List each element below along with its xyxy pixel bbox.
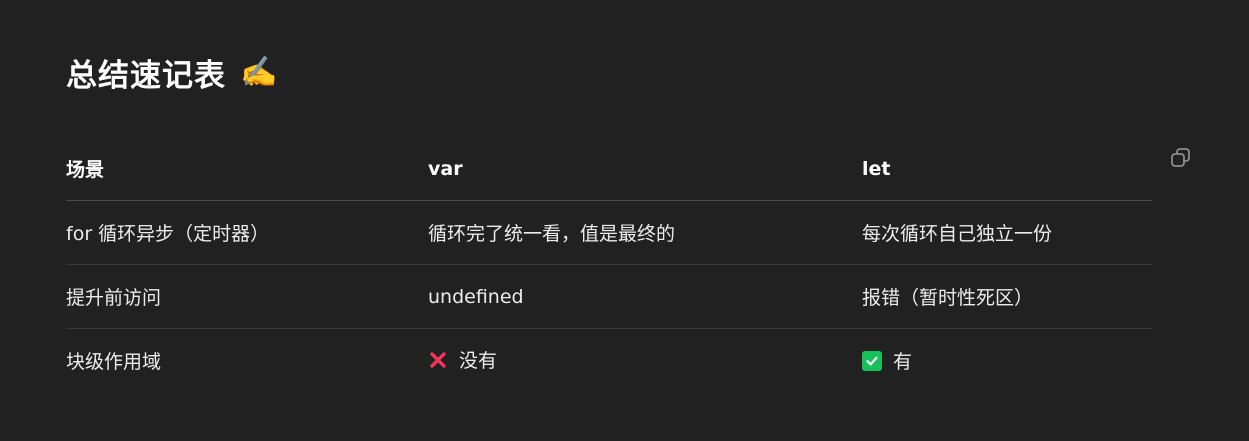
table-row: for 循环异步（定时器） 循环完了统一看，值是最终的 每次循环自己独立一份 bbox=[66, 200, 1152, 265]
table-header-row: 场景 var let bbox=[66, 137, 1152, 201]
header-scenario: 场景 bbox=[66, 137, 428, 201]
cell-let: 报错（暂时性死区） bbox=[862, 264, 1152, 329]
cell-let: 有 bbox=[862, 329, 1152, 393]
cell-let: 每次循环自己独立一份 bbox=[862, 200, 1152, 265]
copy-icon bbox=[1171, 148, 1190, 167]
copy-button[interactable] bbox=[1170, 147, 1192, 169]
var-value-text: 没有 bbox=[459, 350, 498, 373]
cross-mark-icon bbox=[428, 350, 448, 370]
table-row: 块级作用域 没有 有 bbox=[66, 329, 1152, 393]
cell-scenario: 提升前访问 bbox=[66, 264, 428, 329]
cell-scenario: 块级作用域 bbox=[66, 351, 162, 373]
let-value-text: 有 bbox=[893, 351, 913, 373]
cell-scenario: for 循环异步（定时器） bbox=[66, 200, 428, 265]
let-value: 有 bbox=[862, 347, 912, 374]
section-heading: 总结速记表 ✍️ bbox=[66, 50, 278, 95]
var-value: 没有 bbox=[428, 346, 497, 373]
header-let: let bbox=[862, 137, 1152, 201]
cell-var: 循环完了统一看，值是最终的 bbox=[428, 200, 862, 265]
header-var: var bbox=[428, 137, 862, 201]
check-mark-icon bbox=[862, 350, 882, 371]
cell-var: undefined bbox=[428, 264, 862, 329]
cell-var: 没有 bbox=[428, 329, 862, 393]
writing-hand-icon: ✍️ bbox=[240, 54, 279, 90]
section-title: 总结速记表 bbox=[66, 58, 226, 94]
summary-table: 场景 var let for 循环异步（定时器） 循环完了统一看，值是最终的 每… bbox=[66, 137, 1152, 392]
table-row: 提升前访问 undefined 报错（暂时性死区） bbox=[66, 264, 1152, 329]
